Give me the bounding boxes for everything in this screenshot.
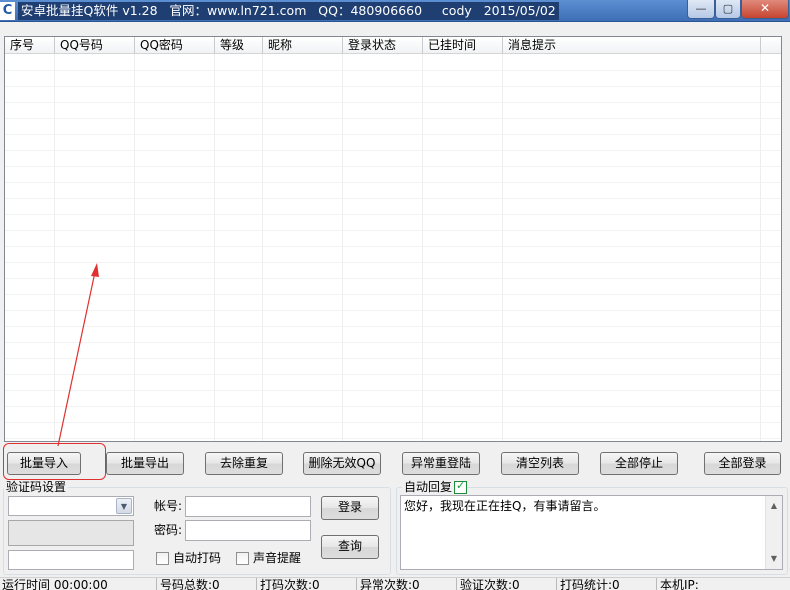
empty-row-gridline bbox=[5, 406, 781, 407]
empty-row-gridline bbox=[5, 422, 781, 423]
auto-reply-checkbox[interactable]: ✓ bbox=[454, 479, 467, 494]
status-code-count: 打码次数:0 bbox=[258, 578, 357, 590]
clear-list-button[interactable]: 清空列表 bbox=[501, 452, 579, 475]
column-header-qq-number[interactable]: QQ号码 bbox=[55, 37, 135, 54]
empty-row-gridline bbox=[5, 246, 781, 247]
empty-row-gridline bbox=[5, 262, 781, 263]
remove-duplicates-button[interactable]: 去除重复 bbox=[205, 452, 283, 475]
empty-row-gridline bbox=[5, 182, 781, 183]
check-icon: ✓ bbox=[456, 479, 466, 492]
empty-row-gridline bbox=[5, 374, 781, 375]
column-header-nickname[interactable]: 昵称 bbox=[263, 37, 343, 54]
captcha-image-box bbox=[8, 520, 134, 546]
auto-reply-message-field[interactable]: 您好，我现在正在挂Q，有事请留言。 ▲ ▼ bbox=[400, 495, 783, 570]
captcha-service-select[interactable]: ▼ bbox=[8, 496, 134, 516]
empty-row-gridline bbox=[5, 230, 781, 231]
password-label: 密码: bbox=[154, 523, 183, 537]
empty-row-gridline bbox=[5, 102, 781, 103]
sound-alert-label: 声音提醒 bbox=[253, 551, 302, 565]
account-field[interactable] bbox=[185, 496, 311, 517]
status-run-time: 运行时间 00:00:00 bbox=[0, 578, 157, 590]
account-label: 帐号: bbox=[154, 499, 183, 513]
scroll-up-icon[interactable]: ▲ bbox=[766, 498, 782, 514]
window-title: 安卓批量挂Q软件 v1.28 官网：www.ln721.com QQ：48090… bbox=[18, 2, 559, 20]
empty-row-gridline bbox=[5, 390, 781, 391]
empty-row-gridline bbox=[5, 310, 781, 311]
empty-row-gridline bbox=[5, 214, 781, 215]
list-header: 序号 QQ号码 QQ密码 等级 昵称 登录状态 已挂时间 消息提示 bbox=[5, 37, 781, 54]
empty-row-gridline bbox=[5, 358, 781, 359]
login-button[interactable]: 登录 bbox=[321, 496, 379, 520]
status-local-ip: 本机IP: bbox=[660, 578, 699, 590]
auto-code-label: 自动打码 bbox=[173, 551, 222, 565]
maximize-button[interactable]: ▢ bbox=[715, 0, 741, 19]
empty-row-gridline bbox=[5, 150, 781, 151]
column-header-login-status[interactable]: 登录状态 bbox=[343, 37, 423, 54]
auto-reply-label: 自动回复 bbox=[402, 480, 455, 494]
status-code-stats: 打码统计:0 bbox=[558, 578, 657, 590]
list-body bbox=[5, 54, 781, 441]
captcha-settings-title: 验证码设置 bbox=[4, 480, 69, 494]
column-header-level[interactable]: 等级 bbox=[215, 37, 263, 54]
close-button[interactable]: ✕ bbox=[741, 0, 789, 19]
empty-row-gridline bbox=[5, 278, 781, 279]
minimize-button[interactable]: — bbox=[687, 0, 715, 19]
empty-row-gridline bbox=[5, 294, 781, 295]
captcha-input[interactable] bbox=[8, 550, 134, 570]
chevron-down-icon[interactable]: ▼ bbox=[116, 498, 132, 514]
empty-row-gridline bbox=[5, 86, 781, 87]
scroll-down-icon[interactable]: ▼ bbox=[766, 551, 782, 567]
column-header-online-time[interactable]: 已挂时间 bbox=[423, 37, 503, 54]
empty-row-gridline bbox=[5, 118, 781, 119]
column-header-qq-password[interactable]: QQ密码 bbox=[135, 37, 215, 54]
password-field[interactable] bbox=[185, 520, 311, 541]
sound-alert-checkbox[interactable] bbox=[236, 552, 249, 565]
relogin-errors-button[interactable]: 异常重登陆 bbox=[402, 452, 480, 475]
empty-row-gridline bbox=[5, 438, 781, 439]
vertical-scrollbar[interactable]: ▲ ▼ bbox=[765, 496, 782, 569]
account-list[interactable]: 序号 QQ号码 QQ密码 等级 昵称 登录状态 已挂时间 消息提示 bbox=[4, 36, 782, 442]
auto-code-checkbox[interactable] bbox=[156, 552, 169, 565]
batch-export-button[interactable]: 批量导出 bbox=[106, 452, 184, 475]
status-error-count: 异常次数:0 bbox=[358, 578, 457, 590]
stop-all-button[interactable]: 全部停止 bbox=[600, 452, 678, 475]
status-verify-count: 验证次数:0 bbox=[458, 578, 557, 590]
status-bar: 运行时间 00:00:00 号码总数:0 打码次数:0 异常次数:0 验证次数:… bbox=[0, 577, 790, 590]
column-header-message[interactable]: 消息提示 bbox=[503, 37, 761, 54]
empty-row-gridline bbox=[5, 70, 781, 71]
delete-invalid-qq-button[interactable]: 删除无效QQ bbox=[303, 452, 381, 475]
status-total-accounts: 号码总数:0 bbox=[158, 578, 257, 590]
empty-row-gridline bbox=[5, 326, 781, 327]
login-all-button[interactable]: 全部登录 bbox=[704, 452, 781, 475]
empty-row-gridline bbox=[5, 134, 781, 135]
empty-row-gridline bbox=[5, 198, 781, 199]
auto-reply-message: 您好，我现在正在挂Q，有事请留言。 bbox=[404, 499, 606, 513]
column-header-index[interactable]: 序号 bbox=[5, 37, 55, 54]
title-bar: C 安卓批量挂Q软件 v1.28 官网：www.ln721.com QQ：480… bbox=[0, 0, 790, 22]
empty-row-gridline bbox=[5, 342, 781, 343]
app-icon: C bbox=[0, 2, 15, 20]
empty-row-gridline bbox=[5, 166, 781, 167]
query-button[interactable]: 查询 bbox=[321, 535, 379, 559]
batch-import-button[interactable]: 批量导入 bbox=[7, 452, 81, 475]
